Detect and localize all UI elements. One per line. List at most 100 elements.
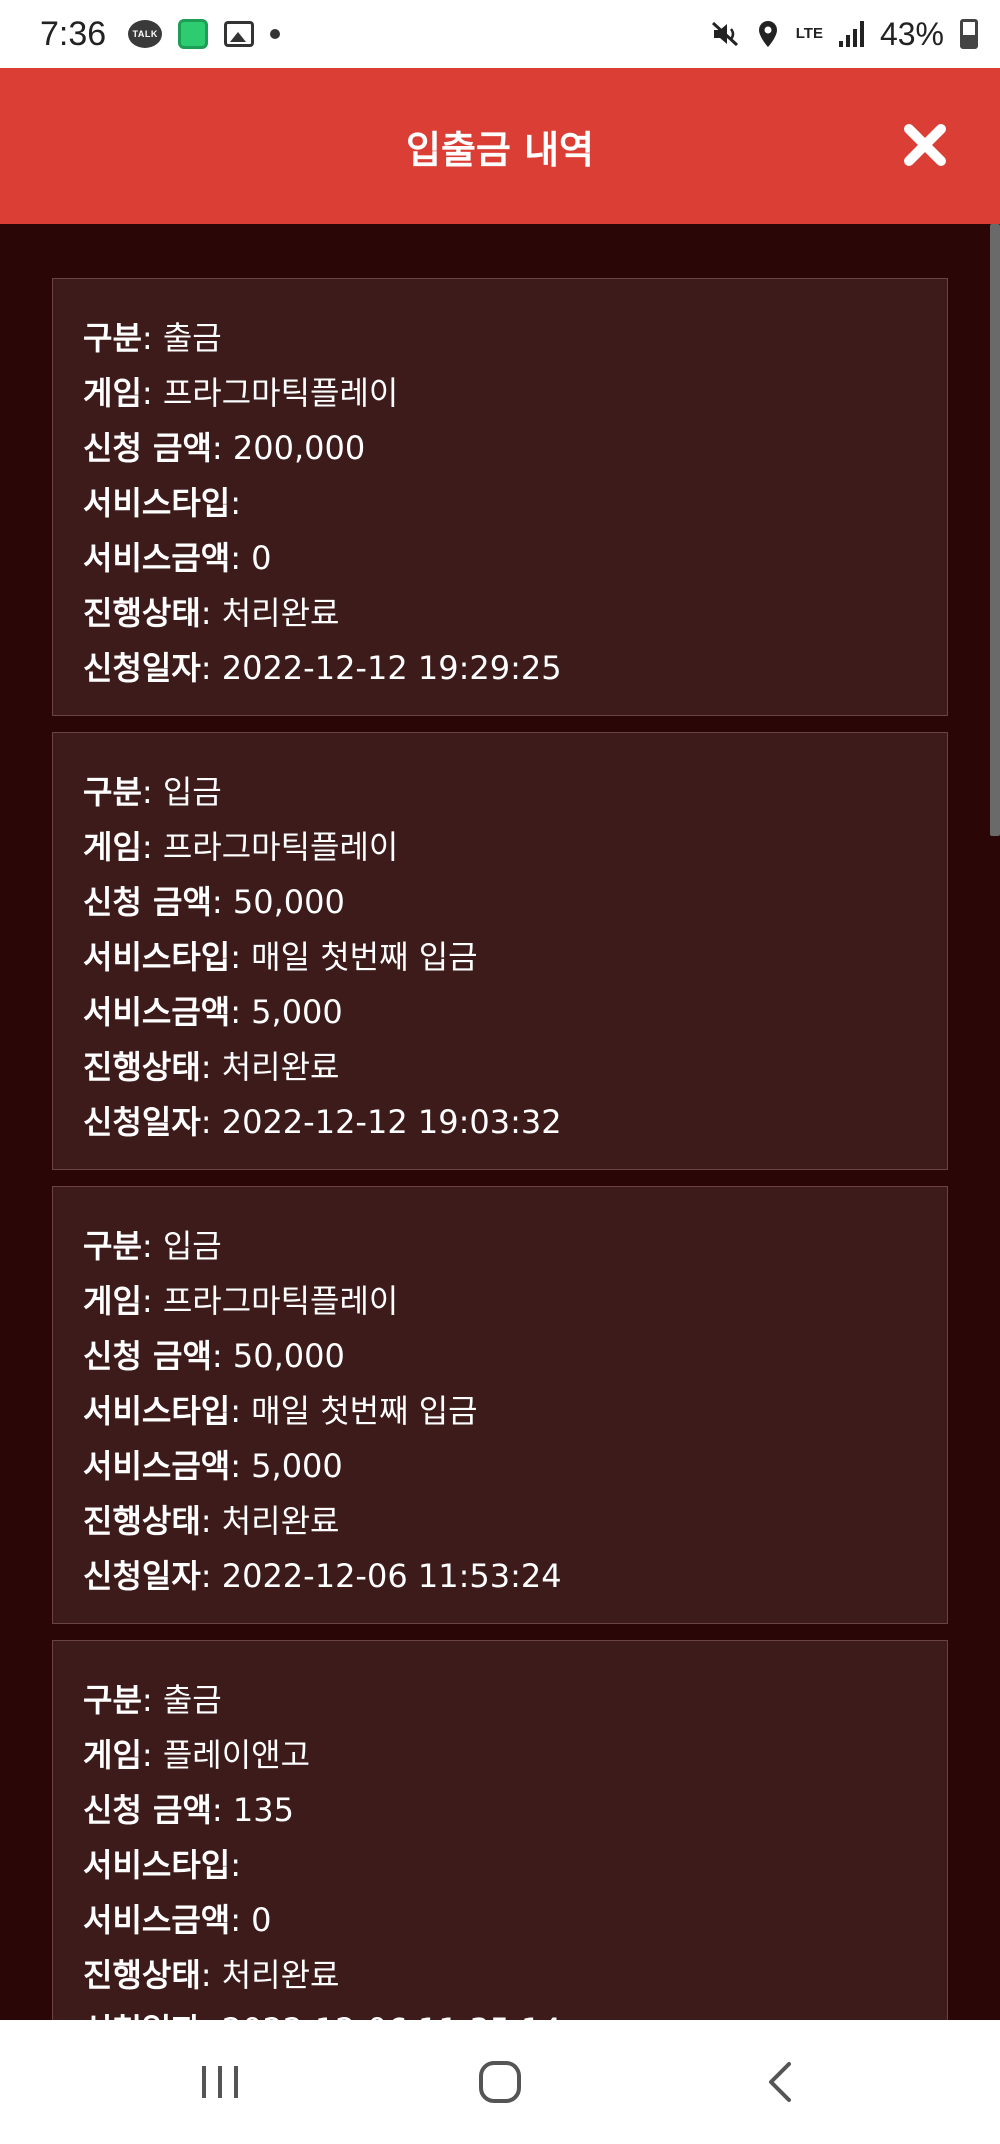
field-value: 출금 [162, 1681, 222, 1719]
transaction-card: 구분: 출금 게임: 플레이앤고 신청 금액: 135 서비스타입: 서비스금액… [52, 1640, 948, 2020]
kakaotalk-icon: TALK [128, 20, 163, 48]
field-label: 서비스타입 [83, 938, 231, 976]
home-icon [479, 2061, 521, 2103]
field-label: 구분 [83, 1227, 142, 1265]
system-nav-bar [0, 2020, 1000, 2144]
field-service-type: 서비스타입: 매일 첫번째 입금 [83, 938, 478, 976]
battery-icon [960, 19, 978, 49]
field-date: 신청일자: 2022-12-06 11:35:14 [83, 2003, 917, 2020]
field-amount: 신청 금액: 135 [83, 1791, 294, 1829]
field-game: 게임: 프라그마틱플레이 [83, 374, 399, 412]
field-label: 진행상태 [83, 594, 201, 632]
field-amount: 신청 금액: 50,000 [83, 883, 345, 921]
field-label: 서비스타입 [83, 484, 231, 522]
field-value: 프라그마틱플레이 [162, 374, 399, 412]
field-label: 진행상태 [83, 1502, 201, 1540]
field-service-type: 서비스타입: 매일 첫번째 입금 [83, 1392, 478, 1430]
field-service-type: 서비스타입: [83, 484, 241, 522]
status-bar-left: 7:36 TALK [40, 14, 281, 54]
status-bar: 7:36 TALK LTE 43% [0, 0, 1000, 68]
field-value: 출금 [162, 319, 222, 357]
battery-percent: 43% [879, 15, 944, 52]
transaction-card: 구분: 입금 게임: 프라그마틱플레이 신청 금액: 50,000 서비스타입:… [52, 1186, 948, 1624]
field-status: 진행상태: 처리완료 [83, 594, 340, 632]
field-label: 신청일자 [83, 1557, 201, 1595]
field-label: 진행상태 [83, 1956, 201, 1994]
field-amount: 신청 금액: 50,000 [83, 1337, 345, 1375]
signal-icon [838, 21, 864, 47]
field-value: 프라그마틱플레이 [162, 828, 399, 866]
field-date: 신청일자: 2022-12-06 11:53:24 [83, 1557, 562, 1595]
status-bar-right: LTE 43% [710, 16, 978, 53]
field-label: 서비스금액 [83, 539, 231, 577]
field-value: 처리완료 [221, 594, 340, 632]
network-type: LTE [795, 25, 823, 42]
field-game: 게임: 플레이앤고 [83, 1736, 311, 1774]
field-game: 게임: 프라그마틱플레이 [83, 1282, 399, 1320]
field-service-type: 서비스타입: [83, 1846, 241, 1884]
field-label: 신청 금액 [83, 429, 212, 467]
field-type: 구분: 출금 [83, 319, 222, 357]
field-label: 신청 금액 [83, 883, 212, 921]
field-status: 진행상태: 처리완료 [83, 1048, 340, 1086]
field-value: 입금 [162, 773, 222, 811]
field-value: 50,000 [232, 1337, 345, 1375]
field-service-amount: 서비스금액: 0 [83, 539, 272, 577]
field-label: 신청일자 [83, 2011, 201, 2020]
gallery-icon [224, 21, 255, 47]
field-label: 서비스금액 [83, 1447, 231, 1485]
app-header: 입출금 내역 [0, 68, 1000, 224]
back-icon [769, 2062, 791, 2102]
field-value: 2022-12-06 11:53:24 [221, 1557, 562, 1595]
page-title: 입출금 내역 [405, 127, 595, 172]
field-value: 처리완료 [221, 1048, 340, 1086]
close-icon [904, 124, 946, 166]
field-status: 진행상태: 처리완료 [83, 1956, 340, 1994]
field-value: 2022-12-06 11:35:14 [222, 2011, 562, 2020]
field-label: 신청 금액 [83, 1791, 212, 1829]
field-date: 신청일자: 2022-12-12 19:03:32 [83, 1103, 562, 1141]
field-value: 매일 첫번째 입금 [251, 938, 478, 976]
field-label: 게임 [83, 828, 142, 866]
field-value: 처리완료 [221, 1956, 340, 1994]
field-label: 신청일자 [83, 649, 201, 687]
field-type: 구분: 입금 [83, 1227, 222, 1265]
field-value: 5,000 [251, 1447, 343, 1485]
field-label: 구분 [83, 319, 142, 357]
field-value: 매일 첫번째 입금 [251, 1392, 478, 1430]
scrollbar[interactable] [990, 224, 1000, 836]
field-label: 서비스금액 [83, 1901, 231, 1939]
recent-apps-button[interactable] [180, 2042, 260, 2122]
field-value: 프라그마틱플레이 [162, 1282, 399, 1320]
field-label: 신청일자 [83, 1103, 201, 1141]
field-amount: 신청 금액: 200,000 [83, 429, 366, 467]
field-service-amount: 서비스금액: 5,000 [83, 993, 343, 1031]
status-time: 7:36 [40, 14, 107, 53]
field-label: 신청 금액 [83, 1337, 212, 1375]
field-label: 게임 [83, 374, 142, 412]
field-label: 게임 [83, 1736, 142, 1774]
transaction-card: 구분: 출금 게임: 프라그마틱플레이 신청 금액: 200,000 서비스타입… [52, 278, 948, 716]
field-label: 게임 [83, 1282, 142, 1320]
field-value: 0 [251, 1901, 272, 1939]
location-icon [758, 21, 777, 47]
field-value: 입금 [162, 1227, 222, 1265]
back-button[interactable] [740, 2042, 820, 2122]
mute-icon [711, 21, 738, 47]
field-value: 50,000 [232, 883, 345, 921]
transaction-list[interactable]: 구분: 출금 게임: 프라그마틱플레이 신청 금액: 200,000 서비스타입… [0, 224, 1000, 2020]
home-button[interactable] [460, 2042, 540, 2122]
field-label: 서비스타입 [83, 1392, 231, 1430]
field-value: 플레이앤고 [162, 1736, 311, 1774]
close-button[interactable] [902, 122, 948, 168]
field-label: 구분 [83, 1681, 142, 1719]
field-label: 서비스타입 [83, 1846, 231, 1884]
field-value: 처리완료 [221, 1502, 340, 1540]
field-date: 신청일자: 2022-12-12 19:29:25 [83, 649, 562, 687]
app-notification-icon [178, 19, 209, 49]
transaction-cards: 구분: 출금 게임: 프라그마틱플레이 신청 금액: 200,000 서비스타입… [52, 278, 948, 2020]
field-value: 0 [251, 539, 272, 577]
field-service-amount: 서비스금액: 0 [83, 1901, 272, 1939]
field-game: 게임: 프라그마틱플레이 [83, 828, 399, 866]
field-label: 진행상태 [83, 1048, 201, 1086]
